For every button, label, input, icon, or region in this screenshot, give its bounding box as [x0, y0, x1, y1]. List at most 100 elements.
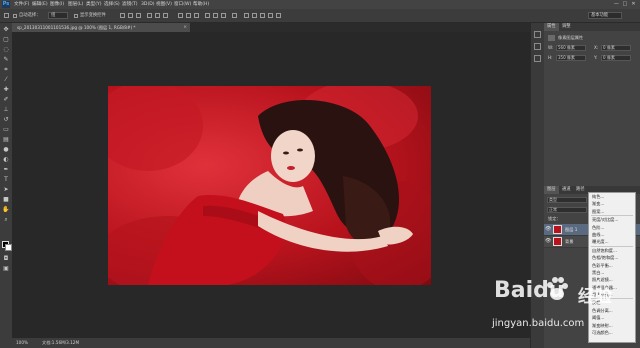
path-select-tool-icon[interactable]: ➤ [2, 186, 10, 194]
distribute-hcenter-icon[interactable] [213, 13, 218, 18]
lock-label: 锁定： [548, 216, 561, 221]
layer-name[interactable]: 背景 [565, 236, 573, 247]
canvas-image[interactable] [108, 86, 431, 285]
menu-help[interactable]: 帮助(H) [193, 1, 209, 8]
menu-item-solid-color[interactable]: 纯色... [589, 193, 635, 200]
close-tab-button[interactable]: × [183, 23, 187, 32]
workspace-select[interactable]: 基本功能 [588, 12, 622, 19]
auto-select-dropdown[interactable]: 组 [48, 12, 68, 19]
align-hcenter-icon[interactable] [155, 13, 160, 18]
brush-tool-icon[interactable]: ✐ [2, 96, 10, 104]
pen-tool-icon[interactable]: ✒ [2, 166, 10, 174]
blur-tool-icon[interactable]: ● [2, 146, 10, 154]
tab-properties[interactable]: 属性 [544, 23, 559, 31]
checkbox-icon[interactable] [13, 14, 17, 18]
y-field[interactable]: 0 像素 [601, 55, 631, 61]
layer-name[interactable]: 图层 1 [565, 224, 577, 235]
marquee-tool-icon[interactable]: ▢ [2, 36, 10, 44]
tab-adjustments[interactable]: 调整 [562, 23, 571, 31]
layer-thumbnail [553, 237, 562, 246]
zoom-level[interactable]: 100% [16, 338, 28, 348]
menu-image[interactable]: 图像(I) [50, 1, 64, 8]
menu-type[interactable]: 类型(Y) [86, 1, 102, 8]
3d-slide-icon[interactable] [268, 13, 273, 18]
show-transform-checkbox[interactable] [74, 14, 78, 18]
document-info[interactable]: 文档:1.56M/3.12M [42, 338, 79, 348]
y-value: 0 像素 [603, 55, 615, 60]
menu-item-pattern[interactable]: 图案... [589, 208, 635, 215]
shape-tool-icon[interactable]: ■ [2, 196, 10, 204]
align-right-icon[interactable] [163, 13, 168, 18]
menu-item-levels[interactable]: 色阶... [589, 224, 635, 231]
menu-bar: Ps 文件(F) 编辑(E) 图像(I) 图层(L) 类型(Y) 选择(S) 滤… [0, 0, 640, 9]
menu-item-color-balance[interactable]: 色彩平衡... [589, 262, 635, 269]
healing-brush-tool-icon[interactable]: ✚ [2, 86, 10, 94]
menu-item-hue-saturation[interactable]: 色相/饱和度... [589, 254, 635, 261]
menu-view[interactable]: 视图(V) [156, 1, 172, 8]
distribute-left-icon[interactable] [205, 13, 210, 18]
maximize-button[interactable]: □ [621, 1, 628, 8]
menu-window[interactable]: 窗口(W) [174, 1, 191, 8]
screen-mode-icon[interactable]: ▣ [2, 265, 10, 273]
layer-kind-filter[interactable]: 类型 [547, 197, 587, 203]
tools-panel: ✥ ▢ ◌ ✎ ⌗ ⁄ ✚ ✐ ⊥ ↺ ▭ ▤ ● ◐ ✒ T ➤ ■ ✋ ⌕ … [0, 23, 12, 348]
3d-rotate-icon[interactable] [244, 13, 249, 18]
distribute-bottom-icon[interactable] [194, 13, 199, 18]
menu-edit[interactable]: 编辑(E) [32, 1, 48, 8]
visibility-eye-icon[interactable]: 👁 [545, 236, 551, 247]
move-tool-icon[interactable]: ✥ [2, 26, 10, 34]
document-tab[interactable]: sp_20130311001101536.jpg @ 100% (图层 1, R… [12, 23, 191, 32]
history-panel-icon[interactable] [534, 31, 541, 38]
menu-item-exposure[interactable]: 曝光度... [589, 238, 635, 245]
lasso-tool-icon[interactable]: ◌ [2, 46, 10, 54]
distribute-right-icon[interactable] [221, 13, 226, 18]
align-vcenter-icon[interactable] [128, 13, 133, 18]
tab-layers[interactable]: 图层 [544, 186, 559, 194]
menu-item-curves[interactable]: 曲线... [589, 231, 635, 238]
eraser-tool-icon[interactable]: ▭ [2, 126, 10, 134]
tab-channels[interactable]: 通道 [562, 186, 571, 194]
dodge-tool-icon[interactable]: ◐ [2, 156, 10, 164]
menu-item-gradient[interactable]: 渐变... [589, 200, 635, 207]
distribute-vcenter-icon[interactable] [186, 13, 191, 18]
menu-layer[interactable]: 图层(L) [68, 1, 83, 8]
distribute-top-icon[interactable] [178, 13, 183, 18]
menu-filter[interactable]: 滤镜(T) [122, 1, 138, 8]
background-color-swatch[interactable] [5, 244, 12, 251]
width-field[interactable]: 560 像素 [556, 45, 586, 51]
menu-select[interactable]: 选择(S) [104, 1, 120, 8]
actions-panel-icon[interactable] [534, 43, 541, 50]
quick-mask-icon[interactable]: ◘ [2, 255, 10, 263]
hand-tool-icon[interactable]: ✋ [2, 206, 10, 214]
gradient-tool-icon[interactable]: ▤ [2, 136, 10, 144]
blend-mode-select[interactable]: 正常 [547, 207, 587, 213]
crop-tool-icon[interactable]: ⌗ [2, 66, 10, 74]
minimize-button[interactable]: — [613, 1, 620, 8]
tab-paths[interactable]: 路径 [576, 186, 585, 194]
x-value: 0 像素 [603, 45, 615, 50]
3d-scale-icon[interactable] [276, 13, 281, 18]
align-bottom-icon[interactable] [136, 13, 141, 18]
align-left-icon[interactable] [147, 13, 152, 18]
visibility-eye-icon[interactable]: 👁 [545, 224, 551, 235]
3d-pan-icon[interactable] [260, 13, 265, 18]
quick-select-tool-icon[interactable]: ✎ [2, 56, 10, 64]
auto-align-icon[interactable] [232, 13, 237, 18]
menu-item-vibrance[interactable]: 自然饱和度... [589, 247, 635, 254]
menu-item-brightness-contrast[interactable]: 亮度/对比度... [589, 216, 635, 223]
clone-stamp-tool-icon[interactable]: ⊥ [2, 106, 10, 114]
height-field[interactable]: 350 像素 [556, 55, 586, 61]
type-tool-icon[interactable]: T [2, 176, 10, 184]
close-window-button[interactable]: ✕ [630, 1, 637, 8]
3d-roll-icon[interactable] [252, 13, 257, 18]
move-tool-icon[interactable] [4, 13, 9, 18]
zoom-tool-icon[interactable]: ⌕ [2, 216, 10, 224]
align-top-icon[interactable] [120, 13, 125, 18]
eyedropper-tool-icon[interactable]: ⁄ [2, 76, 10, 84]
x-field[interactable]: 0 像素 [601, 45, 631, 51]
properties-title: 像素图层属性 [558, 35, 584, 40]
menu-file[interactable]: 文件(F) [14, 1, 29, 8]
history-brush-tool-icon[interactable]: ↺ [2, 116, 10, 124]
menu-3d[interactable]: 3D(D) [141, 1, 155, 8]
info-panel-icon[interactable] [534, 55, 541, 62]
